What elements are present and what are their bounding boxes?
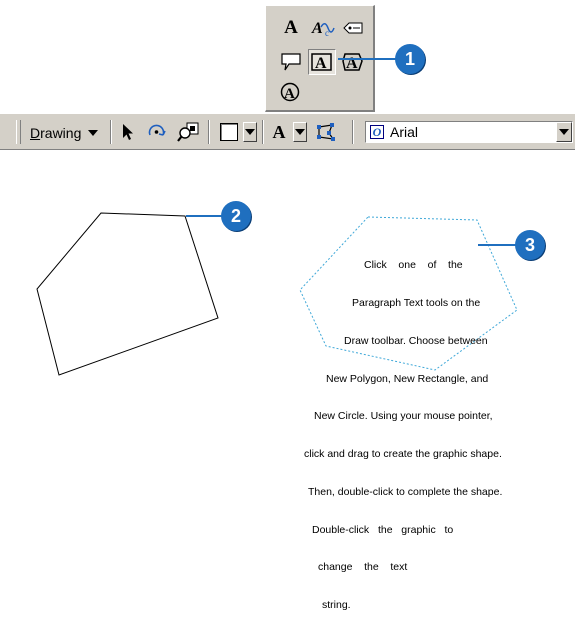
paragraph-line: change the text (318, 561, 408, 574)
polygon-graphic[interactable] (36, 212, 219, 376)
callout-2-badge: 2 (221, 201, 251, 231)
paragraph-line: click and drag to create the graphic sha… (304, 448, 502, 461)
paragraph-line: Draw toolbar. Choose between (344, 334, 488, 347)
callout-3-leader (478, 244, 516, 246)
paragraph-line: New Polygon, New Rectangle, and (326, 372, 489, 385)
paragraph-line: Paragraph Text tools on the (352, 296, 481, 309)
paragraph-line: Double-click the graphic to (312, 523, 454, 536)
paragraph-line: Then, double-click to complete the shape… (308, 485, 503, 498)
paragraph-line: string. (322, 599, 351, 612)
paragraph-line: New Circle. Using your mouse pointer, (314, 410, 493, 423)
paragraph-text: Click one of the Paragraph Text tools on… (296, 234, 522, 624)
paragraph-line: Click one of the (364, 259, 463, 272)
callout-3-badge: 3 (515, 230, 545, 260)
